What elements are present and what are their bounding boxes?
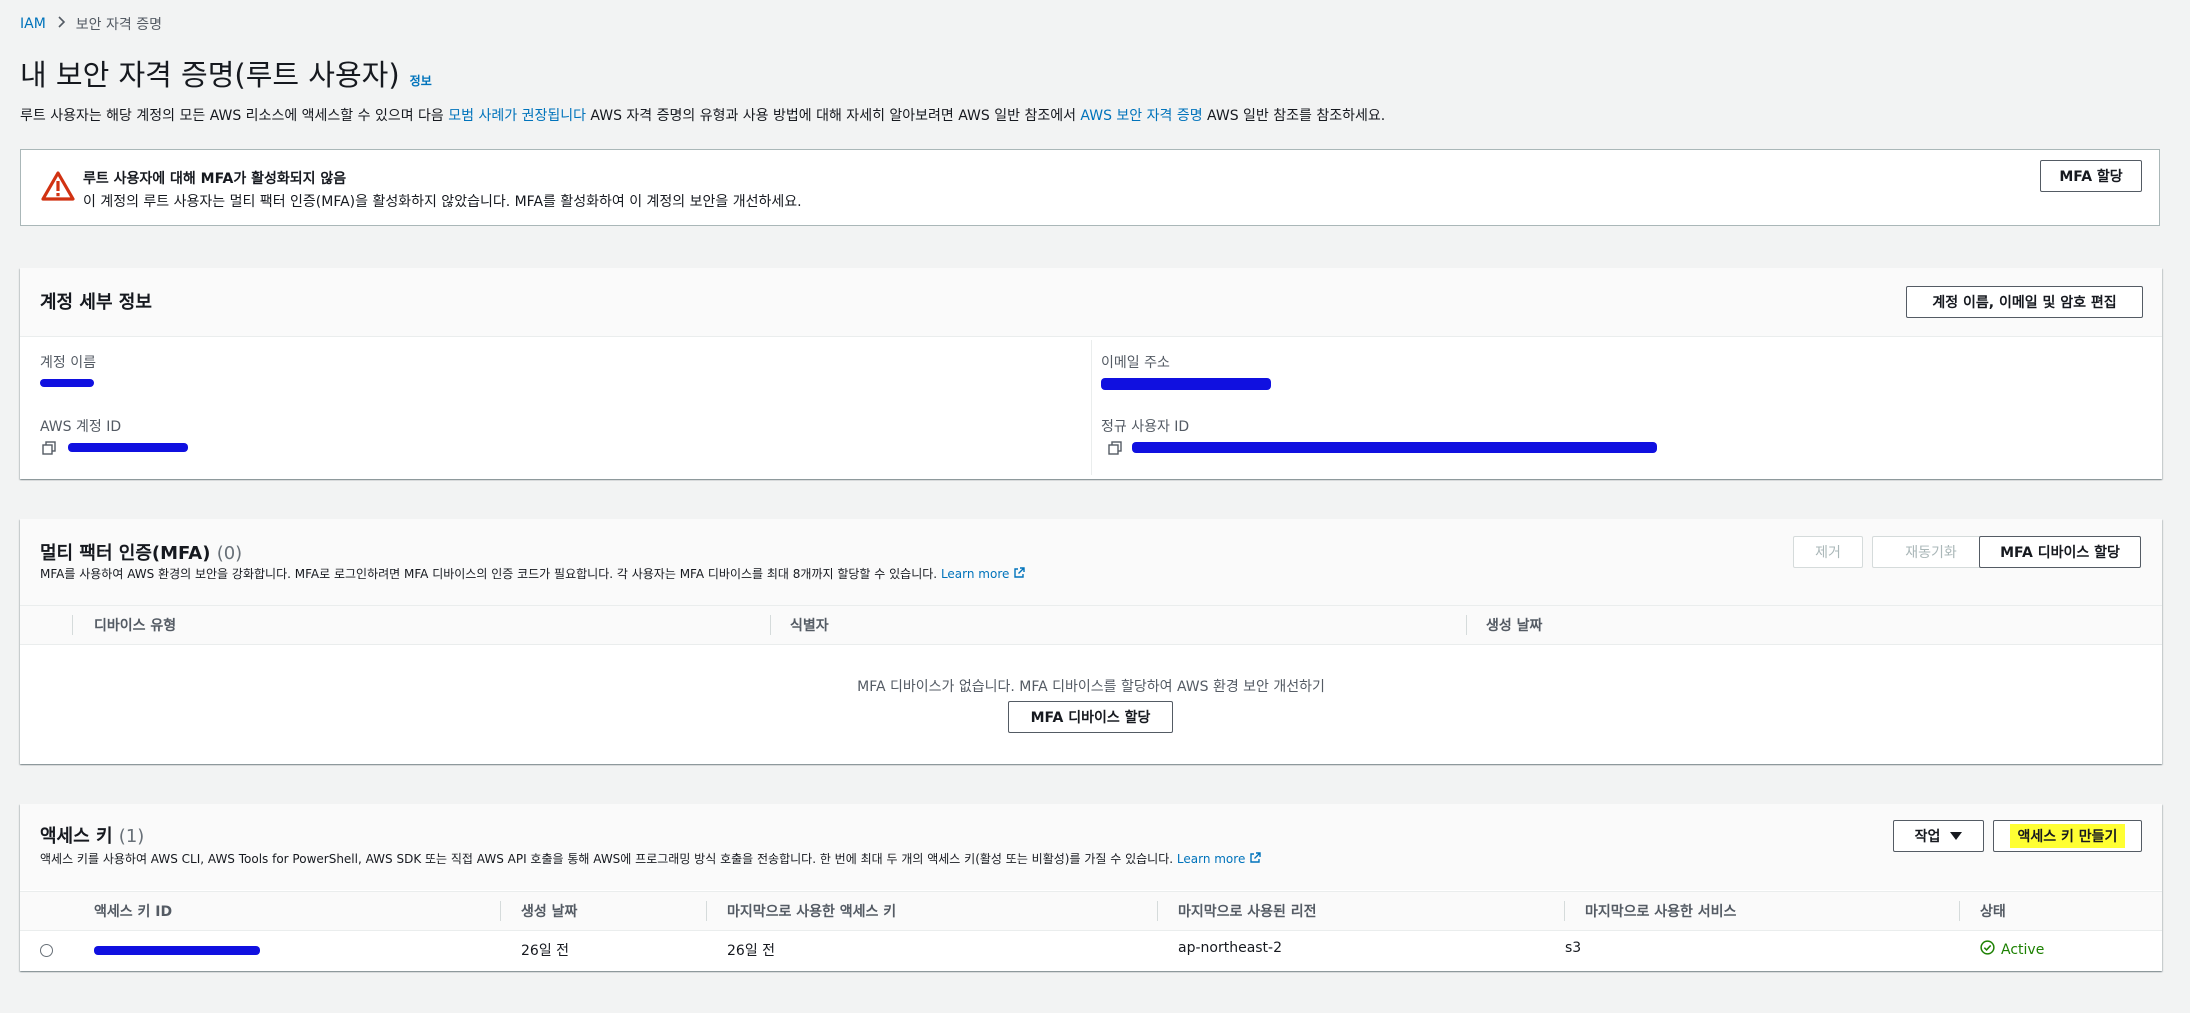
copy-icon[interactable] [42,441,56,455]
redacted-canonical-id [1132,442,1657,453]
page-description: 루트 사용자는 해당 계정의 모든 AWS 리소스에 액세스할 수 있으며 다음… [20,105,1385,125]
account-name-label: 계정 이름 [40,355,96,371]
desc-text-2: AWS 자격 증명의 유형과 사용 방법에 대해 자세히 알아보려면 AWS 일… [585,108,1081,124]
breadcrumb-iam-link[interactable]: IAM [20,16,46,32]
column-separator [1959,901,1960,921]
mfa-subtitle-text: MFA를 사용하여 AWS 환경의 보안을 강화합니다. MFA로 로그인하려면… [40,567,938,581]
chevron-right-icon [56,16,66,32]
page-title: 내 보안 자격 증명(루트 사용자) [20,58,400,92]
keys-col-id[interactable]: 액세스 키 ID [94,901,172,921]
keys-col-last-used[interactable]: 마지막으로 사용한 액세스 키 [727,901,896,921]
breadcrumb-current: 보안 자격 증명 [75,17,162,33]
status-text: Active [2001,941,2045,958]
column-separator [1564,901,1565,921]
access-keys-header [20,804,2162,890]
status-badge: Active [1980,940,2044,959]
alert-title: 루트 사용자에 대해 MFA가 활성화되지 않음 [83,171,347,187]
desc-text-3: AWS 일반 참조를 참조하세요. [1202,108,1386,124]
column-separator [72,615,73,635]
account-details-panel: 계정 세부 정보 계정 이름, 이메일 및 암호 편집 계정 이름 AWS 계정… [20,268,2162,479]
redacted-access-key-id [94,946,260,955]
assign-mfa-button[interactable]: MFA 할당 [2040,160,2142,192]
access-keys-title-text: 액세스 키 [40,826,113,847]
mfa-warning-alert: 루트 사용자에 대해 MFA가 활성화되지 않음 이 계정의 루트 사용자는 멀… [20,149,2160,226]
mfa-subtitle: MFA를 사용하여 AWS 환경의 보안을 강화합니다. MFA로 로그인하려면… [40,565,1026,582]
best-practices-link[interactable]: 모범 사례가 권장됩니다 [448,108,586,124]
edit-account-button[interactable]: 계정 이름, 이메일 및 암호 편집 [1906,286,2143,318]
column-separator [500,901,501,921]
keys-learn-more-link[interactable]: Learn more [1176,852,1262,867]
assign-mfa-device-button[interactable]: MFA 디바이스 할당 [1979,536,2141,568]
remove-mfa-button[interactable]: 제거 [1793,536,1863,568]
column-separator [706,901,707,921]
access-keys-subtitle: 액세스 키를 사용하여 AWS CLI, AWS Tools for Power… [40,850,1262,867]
mfa-title-text: 멀티 팩터 인증(MFA) [40,543,211,564]
mfa-table-header: 디바이스 유형 식별자 생성 날짜 [20,605,2162,645]
canonical-id-label: 정규 사용자 ID [1101,419,1190,435]
create-access-key-button[interactable]: 액세스 키 만들기 [1993,820,2142,852]
desc-text-1: 루트 사용자는 해당 계정의 모든 AWS 리소스에 액세스할 수 있으며 다음 [20,108,449,124]
info-link[interactable]: 정보 [410,72,432,89]
alert-body: 이 계정의 루트 사용자는 멀티 팩터 인증(MFA)을 활성화하지 않았습니다… [83,194,802,210]
column-divider [1091,340,1092,475]
mfa-title: 멀티 팩터 인증(MFA) (0) [40,539,242,565]
create-access-key-label: 액세스 키 만들기 [2009,824,2126,848]
aws-security-credentials-link[interactable]: AWS 보안 자격 증명 [1080,108,1202,124]
row-radio[interactable] [40,944,53,957]
column-separator [1157,901,1158,921]
key-service: s3 [1565,940,1582,956]
mfa-panel: 멀티 팩터 인증(MFA) (0) MFA를 사용하여 AWS 환경의 보안을 … [20,519,2162,764]
caret-down-icon [1950,828,1963,844]
account-id-label: AWS 계정 ID [40,419,122,435]
access-keys-title: 액세스 키 (1) [40,822,144,848]
external-link-icon [1013,567,1026,582]
account-details-header [20,268,2162,337]
redacted-account-name [40,379,94,387]
breadcrumb: IAM 보안 자격 증명 [20,14,162,34]
warning-icon [41,170,75,206]
actions-dropdown[interactable]: 작업 [1893,820,1984,852]
mfa-col-created[interactable]: 생성 날짜 [1486,615,1542,635]
page-title-row: 내 보안 자격 증명(루트 사용자) 정보 [20,52,432,94]
external-link-icon [1249,852,1262,867]
keys-learn-more-text: Learn more [1176,852,1246,866]
check-circle-icon [1980,940,1995,959]
keys-table-header: 액세스 키 ID 생성 날짜 마지막으로 사용한 액세스 키 마지막으로 사용된… [20,891,2162,931]
resync-mfa-button[interactable]: 재동기화 [1872,536,1990,568]
keys-col-created[interactable]: 생성 날짜 [521,901,577,921]
mfa-col-identifier[interactable]: 식별자 [790,615,829,635]
access-keys-count: (1) [118,826,145,847]
account-details-title: 계정 세부 정보 [40,292,152,313]
key-created: 26일 전 [521,943,570,959]
access-keys-subtitle-text: 액세스 키를 사용하여 AWS CLI, AWS Tools for Power… [40,852,1174,866]
keys-col-status[interactable]: 상태 [1980,901,2006,921]
column-separator [770,615,771,635]
assign-mfa-device-empty-button[interactable]: MFA 디바이스 할당 [1008,701,1173,733]
mfa-count: (0) [216,543,243,564]
mfa-col-device-type[interactable]: 디바이스 유형 [94,615,176,635]
key-region: ap-northeast-2 [1178,940,1283,956]
redacted-email [1101,378,1271,390]
mfa-learn-more-text: Learn more [940,567,1010,581]
keys-col-service[interactable]: 마지막으로 사용한 서비스 [1585,901,1736,921]
column-separator [1466,615,1467,635]
email-label: 이메일 주소 [1101,355,1170,371]
actions-label: 작업 [1914,829,1941,845]
key-last-used: 26일 전 [727,943,776,959]
keys-col-region[interactable]: 마지막으로 사용된 리전 [1178,901,1317,921]
access-keys-panel: 액세스 키 (1) 액세스 키를 사용하여 AWS CLI, AWS Tools… [20,804,2162,971]
redacted-account-id [68,443,188,452]
mfa-learn-more-link[interactable]: Learn more [940,567,1026,582]
mfa-empty-message: MFA 디바이스가 없습니다. MFA 디바이스를 할당하여 AWS 환경 보안… [857,679,1325,695]
copy-icon[interactable] [1108,441,1122,455]
